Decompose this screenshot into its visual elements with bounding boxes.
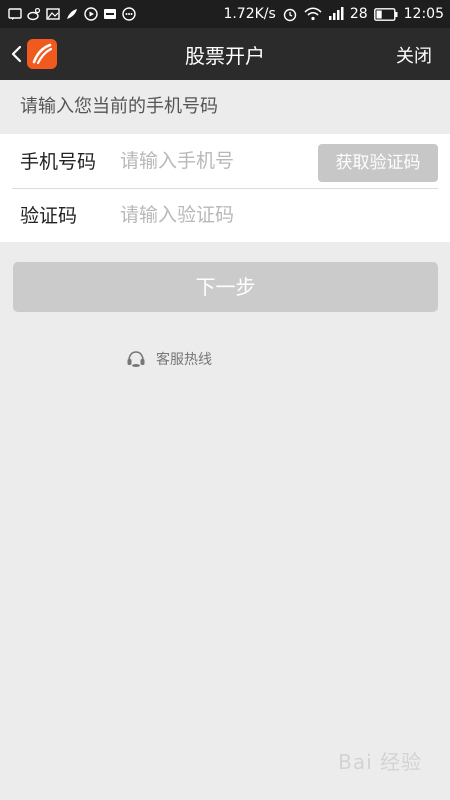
code-label: 验证码 xyxy=(20,205,78,227)
headset-icon xyxy=(127,351,145,367)
system-status: 1.72K/s 28 12:05 xyxy=(223,0,444,28)
battery-level: 28 xyxy=(349,6,368,22)
feather-icon xyxy=(67,9,77,19)
close-button[interactable]: 关闭 xyxy=(396,42,432,68)
phone-input[interactable] xyxy=(120,144,310,178)
get-code-button[interactable]: 获取验证码 xyxy=(318,144,438,182)
next-step-button[interactable]: 下一步 xyxy=(13,262,438,312)
more-icon xyxy=(122,7,136,21)
network-speed: 1.72K/s xyxy=(223,6,276,22)
phone-row: 手机号码 获取验证码 xyxy=(0,134,450,188)
status-bar: 1.72K/s 28 12:05 xyxy=(0,0,450,28)
code-input[interactable] xyxy=(120,198,310,232)
form-hint: 请输入您当前的手机号码 xyxy=(20,96,218,117)
weibo-icon xyxy=(27,7,41,21)
phone-label: 手机号码 xyxy=(20,151,97,173)
message-icon xyxy=(8,8,22,20)
image-icon xyxy=(46,8,60,20)
clock: 12:05 xyxy=(403,6,444,22)
app-icon xyxy=(104,9,116,19)
hotline-link[interactable]: 客服热线 xyxy=(126,348,212,370)
notification-icons xyxy=(8,5,136,23)
hotline-label: 客服热线 xyxy=(156,352,212,368)
app-logo xyxy=(27,39,57,69)
baidu-watermark: Bai 经验 xyxy=(338,750,422,774)
phone-form: 手机号码 获取验证码 验证码 xyxy=(0,134,450,242)
battery-icon xyxy=(373,7,398,21)
alarm-icon xyxy=(283,8,297,22)
page-title: 股票开户 xyxy=(185,44,265,68)
code-row: 验证码 xyxy=(0,188,450,242)
signal-icon xyxy=(328,7,344,20)
title-bar: 股票开户 关闭 xyxy=(0,28,450,80)
back-arrow-icon[interactable] xyxy=(8,40,26,68)
play-icon xyxy=(84,7,98,21)
wifi-icon xyxy=(304,7,322,21)
